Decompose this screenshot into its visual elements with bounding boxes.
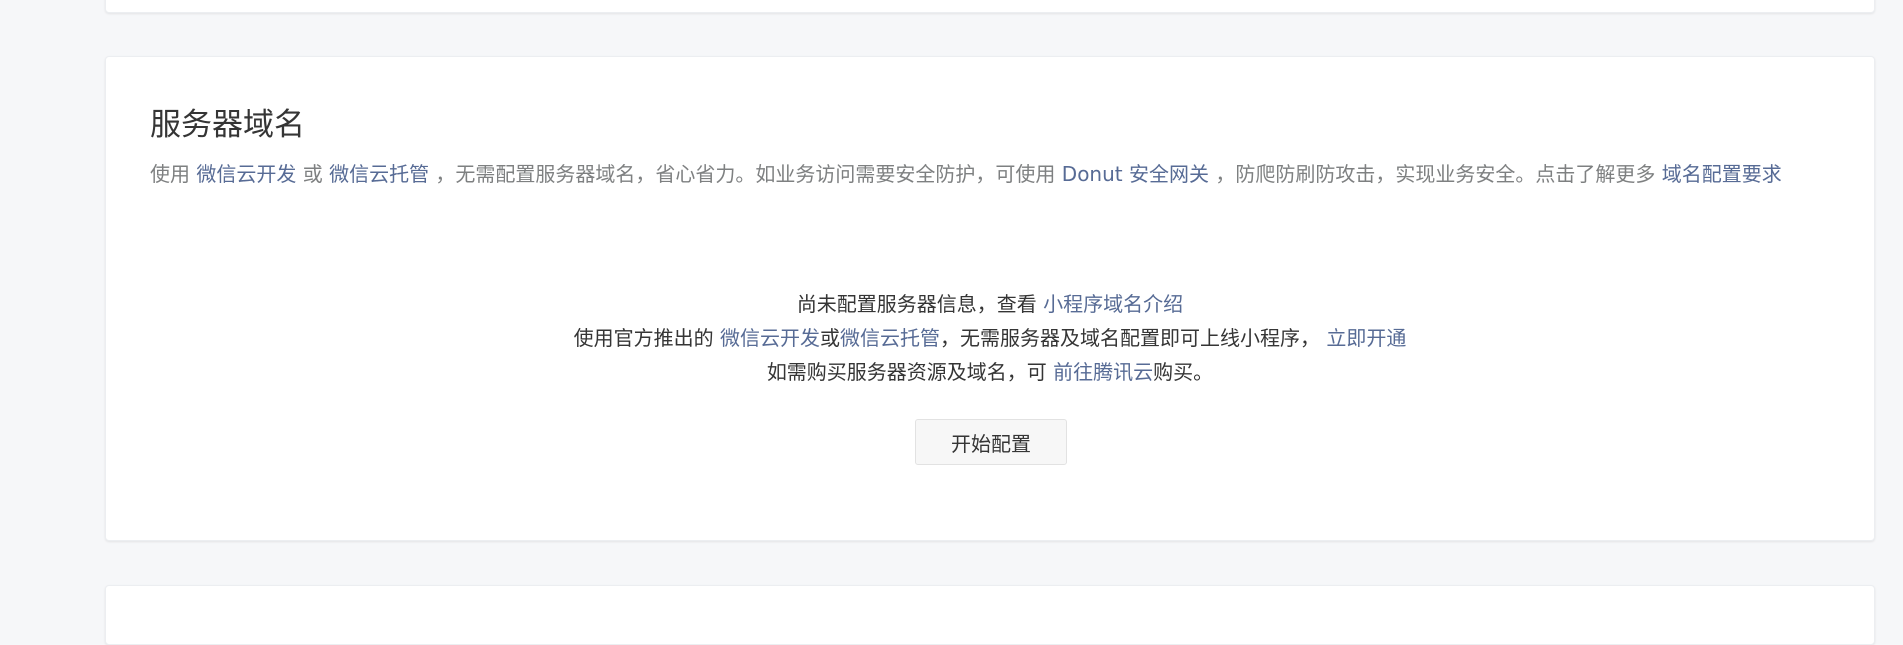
empty-line-3-text-b: 购买。	[1153, 360, 1214, 384]
desc-text-2: 或	[296, 162, 330, 186]
empty-state: 尚未配置服务器信息，查看 小程序域名介绍 使用官方推出的 微信云开发或微信云托管…	[106, 287, 1874, 389]
domain-requirements-link[interactable]: 域名配置要求	[1662, 162, 1782, 186]
wechat-cloud-dev-link[interactable]: 微信云开发	[196, 162, 296, 186]
empty-line-2-or: 或	[820, 326, 840, 350]
empty-cloud-hosting-link[interactable]: 微信云托管	[840, 326, 940, 350]
donut-security-gateway-link[interactable]: Donut 安全网关	[1062, 162, 1209, 186]
miniprogram-domain-intro-link[interactable]: 小程序域名介绍	[1043, 292, 1183, 316]
desc-text-3: ，无需配置服务器域名，省心省力。如业务访问需要安全防护，可使用	[429, 162, 1062, 186]
section-description: 使用 微信云开发 或 微信云托管 ，无需配置服务器域名，省心省力。如业务访问需要…	[150, 157, 1830, 191]
wechat-cloud-hosting-link[interactable]: 微信云托管	[329, 162, 429, 186]
empty-line-2-text-b: ，无需服务器及域名配置即可上线小程序，	[940, 326, 1327, 350]
empty-line-3-text-a: 如需购买服务器资源及域名，可	[766, 360, 1054, 384]
section-title: 服务器域名	[150, 107, 305, 143]
empty-cloud-dev-link[interactable]: 微信云开发	[720, 326, 820, 350]
empty-line-1: 尚未配置服务器信息，查看 小程序域名介绍	[106, 287, 1874, 321]
desc-text-4: ，防爬防刷防攻击，实现业务安全。点击了解更多	[1208, 162, 1662, 186]
next-card	[105, 585, 1875, 645]
tencent-cloud-link[interactable]: 前往腾讯云	[1053, 360, 1153, 384]
empty-line-2: 使用官方推出的 微信云开发或微信云托管，无需服务器及域名配置即可上线小程序， 立…	[106, 321, 1874, 355]
activate-now-link[interactable]: 立即开通	[1326, 326, 1406, 350]
start-config-button[interactable]: 开始配置	[915, 419, 1067, 465]
previous-card	[105, 0, 1875, 13]
desc-text-1: 使用	[150, 162, 197, 186]
server-domain-card: 服务器域名 使用 微信云开发 或 微信云托管 ，无需配置服务器域名，省心省力。如…	[105, 56, 1875, 541]
empty-line-2-text-a: 使用官方推出的	[573, 326, 720, 350]
empty-line-3: 如需购买服务器资源及域名，可 前往腾讯云购买。	[106, 355, 1874, 389]
empty-line-1-text: 尚未配置服务器信息，查看	[796, 292, 1044, 316]
